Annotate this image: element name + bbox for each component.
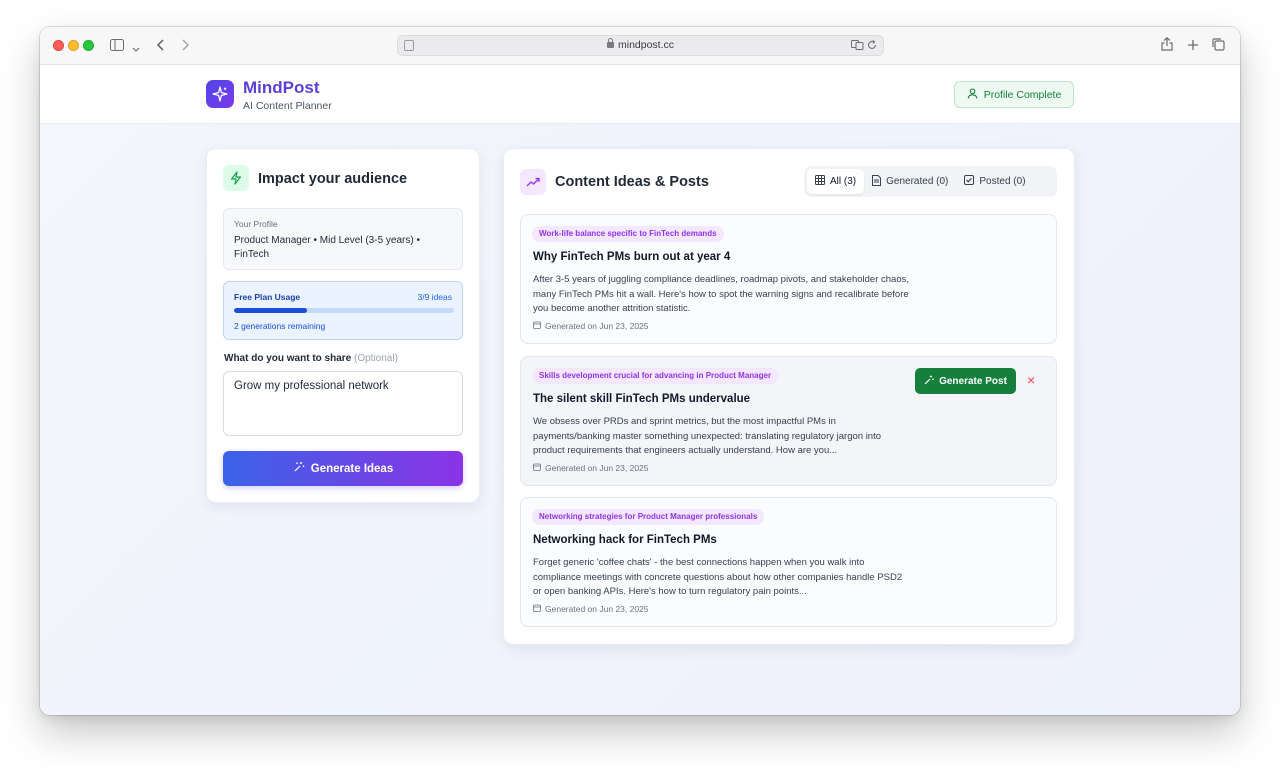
document-icon — [872, 174, 882, 189]
idea-tag: Networking strategies for Product Manage… — [532, 509, 765, 525]
generate-post-button[interactable]: Generate Post — [915, 368, 1016, 394]
content-ideas-panel: Content Ideas & Posts All (3) Generated … — [503, 148, 1075, 645]
app-header: MindPost AI Content Planner Profile Comp… — [40, 65, 1240, 124]
back-icon[interactable] — [156, 36, 165, 56]
profile-details: Product Manager • Mid Level (3-5 years) … — [234, 235, 420, 260]
profile-label: Your Profile — [234, 219, 278, 229]
usage-progress-fill — [234, 308, 308, 313]
filter-tabs: All (3) Generated (0) Posted (0) — [804, 166, 1057, 197]
idea-title: Networking hack for FinTech PMs — [533, 534, 717, 546]
sidebar-icon[interactable] — [110, 36, 124, 56]
idea-date-text: Generated on Jun 23, 2025 — [545, 463, 649, 473]
idea-generator-panel: Impact your audience Your Profile Produc… — [206, 148, 480, 503]
idea-date: Generated on Jun 23, 2025 — [533, 604, 649, 614]
idea-card[interactable]: Work-life balance specific to FinTech de… — [520, 214, 1057, 344]
chevron-down-icon[interactable] — [132, 38, 140, 58]
lightning-icon — [223, 165, 249, 191]
browser-toolbar: mindpost.cc — [40, 27, 1240, 65]
sparkles-logo-icon[interactable] — [206, 80, 234, 108]
brand-subtitle: AI Content Planner — [243, 100, 332, 112]
dismiss-idea-button[interactable]: × — [1027, 370, 1035, 390]
share-field-label: What do you want to share (Optional) — [224, 353, 398, 364]
idea-tag: Skills development crucial for advancing… — [532, 368, 779, 384]
tab-label: Posted (0) — [979, 176, 1026, 187]
share-icon[interactable] — [1161, 36, 1173, 56]
usage-progress-bar — [234, 308, 454, 313]
profile-complete-label: Profile Complete — [983, 88, 1062, 101]
panel-title: Content Ideas & Posts — [555, 174, 709, 190]
idea-card[interactable]: Skills development crucial for advancing… — [520, 356, 1057, 486]
forward-icon[interactable] — [181, 36, 190, 56]
tabs-overview-icon[interactable] — [1212, 36, 1225, 56]
calendar-icon — [533, 463, 541, 473]
share-topic-input[interactable]: Grow my professional network — [223, 371, 463, 436]
profile-summary: Your Profile Product Manager • Mid Level… — [223, 208, 463, 270]
url-text: mindpost.cc — [617, 39, 675, 51]
user-icon — [967, 87, 978, 102]
panel-title: Impact your audience — [258, 171, 408, 187]
generate-post-label: Generate Post — [939, 375, 1007, 387]
tab-label: Generated (0) — [886, 176, 949, 187]
close-window-button[interactable] — [53, 40, 64, 51]
address-bar[interactable]: mindpost.cc — [397, 35, 884, 56]
usage-label: Free Plan Usage — [234, 292, 301, 302]
generate-ideas-label: Generate Ideas — [310, 462, 394, 475]
brand-name[interactable]: MindPost — [243, 78, 320, 98]
idea-date-text: Generated on Jun 23, 2025 — [545, 604, 649, 614]
idea-description: After 3-5 years of juggling compliance d… — [533, 274, 909, 314]
generate-ideas-button[interactable]: Generate Ideas — [223, 451, 463, 486]
idea-description: Forget generic 'coffee chats' - the best… — [533, 557, 903, 597]
idea-card[interactable]: Networking strategies for Product Manage… — [520, 497, 1057, 627]
trending-up-icon — [520, 169, 546, 195]
sparkles-icon — [293, 461, 305, 476]
reload-icon[interactable] — [867, 40, 877, 51]
idea-title: Why FinTech PMs burn out at year 4 — [533, 251, 731, 263]
browser-window: mindpost.cc MindPost AI Content Planner … — [40, 27, 1240, 715]
idea-title: The silent skill FinTech PMs undervalue — [533, 393, 751, 405]
share-label-text: What do you want to share — [224, 353, 352, 364]
calendar-icon — [533, 604, 541, 614]
tab-all[interactable]: All (3) — [807, 169, 865, 194]
magic-wand-icon — [924, 375, 934, 388]
tab-label: All (3) — [830, 176, 857, 187]
idea-date-text: Generated on Jun 23, 2025 — [545, 321, 649, 331]
idea-date: Generated on Jun 23, 2025 — [533, 463, 649, 473]
page-settings-icon[interactable] — [404, 40, 414, 51]
plan-usage-box: Free Plan Usage 3/9 ideas 2 generations … — [223, 281, 463, 340]
idea-description: We obsess over PRDs and sprint metrics, … — [533, 416, 882, 456]
translate-icon[interactable] — [851, 40, 867, 51]
new-tab-icon[interactable] — [1187, 36, 1199, 56]
usage-count: 3/9 ideas — [417, 292, 453, 302]
profile-complete-button[interactable]: Profile Complete — [954, 81, 1074, 108]
tab-generated[interactable]: Generated (0) — [864, 169, 956, 194]
minimize-window-button[interactable] — [68, 40, 79, 51]
zoom-window-button[interactable] — [83, 40, 94, 51]
grid-icon — [815, 175, 825, 188]
usage-remaining: 2 generations remaining — [234, 321, 326, 331]
checkbox-icon — [964, 175, 975, 188]
idea-tag: Work-life balance specific to FinTech de… — [532, 226, 724, 242]
lock-icon — [606, 38, 614, 48]
optional-hint: (Optional) — [354, 353, 398, 364]
tab-posted[interactable]: Posted (0) — [956, 169, 1033, 194]
idea-date: Generated on Jun 23, 2025 — [533, 321, 649, 331]
calendar-icon — [533, 321, 541, 331]
